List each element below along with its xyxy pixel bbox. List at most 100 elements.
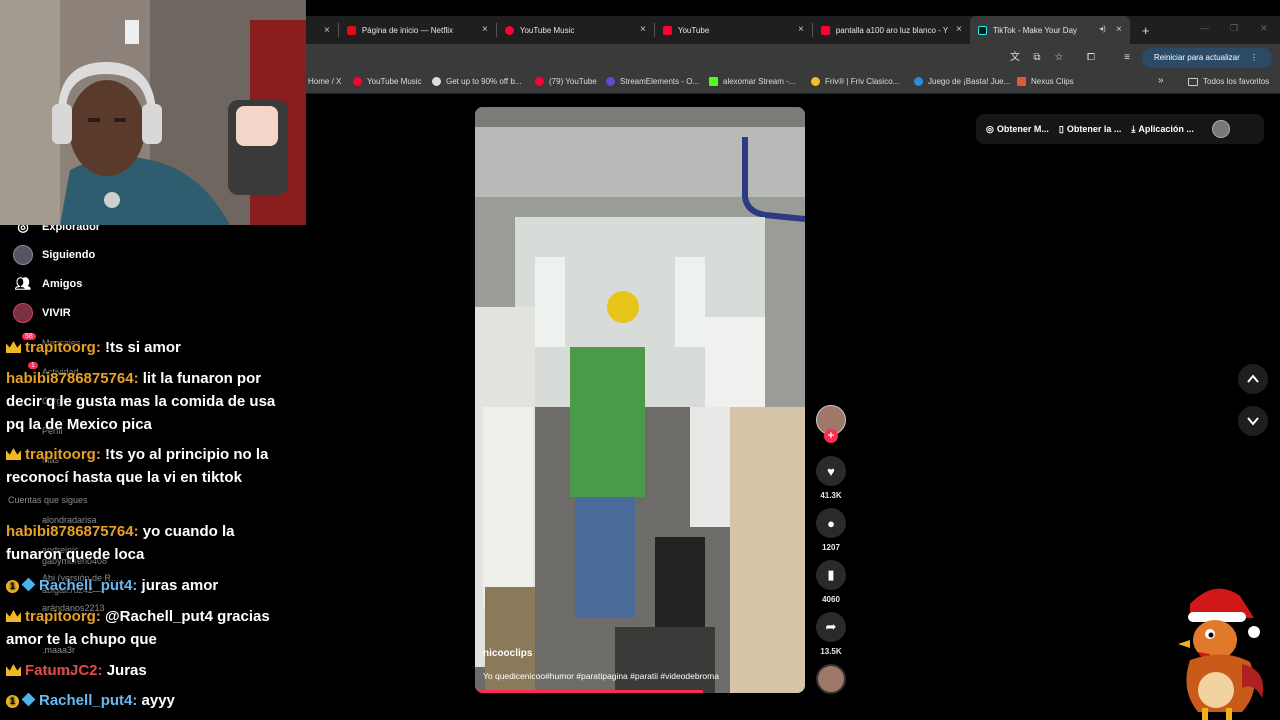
tab-youtube[interactable]: YouTube × — [655, 16, 812, 44]
comment-button[interactable]: ● 1207 — [815, 508, 847, 552]
bookmark-home-x[interactable]: Home / X — [308, 77, 341, 86]
gem-icon — [21, 577, 36, 592]
desktop-app-label: Aplicación ... — [1138, 124, 1194, 134]
desktop-app-button[interactable]: ⤓ Aplicación ... — [1131, 124, 1194, 135]
close-icon[interactable]: × — [640, 24, 646, 36]
bookmark-deal[interactable]: Get up to 90% off b... — [432, 77, 521, 86]
chat-message: habibi8786875764: lit la funaron por dec… — [6, 367, 276, 436]
previous-video-button[interactable] — [1238, 364, 1268, 394]
like-count: 41.3K — [820, 491, 842, 500]
bookmark-nexus[interactable]: Nexus Clips — [1017, 77, 1074, 86]
close-icon[interactable]: × — [1116, 24, 1122, 36]
browser-toolbar: 文 ⧉ ☆ ⧠ ≡ Reiniciar para actualizar ⋮ — [306, 44, 1280, 72]
get-coins-button[interactable]: ◎ Obtener M... — [986, 124, 1049, 135]
get-coins-label: Obtener M... — [996, 124, 1049, 134]
netflix-icon — [346, 25, 356, 35]
video-progress-bar[interactable] — [475, 690, 703, 693]
kick-icon — [709, 77, 718, 86]
tab-youtube-music[interactable]: YouTube Music × — [497, 16, 654, 44]
close-window-icon[interactable]: ✕ — [1260, 23, 1268, 34]
share-icon: ➦ — [816, 612, 846, 642]
creator-avatar[interactable]: + — [815, 405, 847, 443]
chat-message: FatumJC2: Juras — [6, 659, 276, 682]
video-caption: Yo quedicenicoo#humor #paratipagina #par… — [483, 671, 719, 681]
bookmark-label: YouTube Music — [367, 77, 422, 86]
chat-username: habibi8786875764: — [6, 523, 139, 540]
bookmark-youtube-music[interactable]: YouTube Music — [353, 77, 422, 86]
bookmark-basta[interactable]: Juego de ¡Basta! Jue... — [914, 77, 1010, 86]
chat-message: trapitoorg: !ts si amor — [6, 336, 276, 359]
live-icon — [12, 302, 34, 324]
bookmark-icon: ▮ — [816, 560, 846, 590]
tab-title: YouTube Music — [519, 25, 575, 35]
chat-text: ayyy — [141, 692, 175, 709]
next-video-button[interactable] — [1238, 406, 1268, 436]
youtube-icon — [820, 25, 830, 35]
youtube-icon — [535, 77, 544, 86]
get-app-button[interactable]: ▯ Obtener la ... — [1059, 124, 1121, 135]
sidebar-item-label: Amigos — [42, 278, 83, 290]
close-icon[interactable]: × — [324, 25, 330, 36]
phone-icon: ▯ — [1058, 123, 1064, 134]
close-icon[interactable]: × — [798, 24, 804, 36]
close-icon[interactable]: × — [482, 24, 488, 36]
install-app-icon[interactable]: ⧉ — [1030, 51, 1044, 65]
media-control-icon[interactable]: ≡ — [1120, 51, 1134, 65]
video-frame — [475, 107, 805, 693]
following-accounts-heading: Cuentas que sigues — [8, 495, 88, 505]
chat-text: juras amor — [141, 577, 219, 594]
share-button[interactable]: ➦ 13.5K — [815, 612, 847, 656]
video-author[interactable]: nicooclips — [483, 648, 532, 659]
sidebar-item-friends[interactable]: 👥︎ Amigos — [12, 273, 83, 295]
minimize-icon[interactable]: — — [1200, 23, 1209, 33]
more-bookmarks-icon[interactable]: » — [1158, 75, 1164, 86]
sidebar-item-label: VIVIR — [42, 307, 71, 319]
all-bookmarks[interactable]: Todos los favoritos — [1188, 77, 1269, 86]
extensions-icon[interactable]: ⧠ — [1084, 51, 1098, 65]
follow-plus-button[interactable]: + — [824, 429, 838, 443]
tab-title: pantalla a100 aro luz blanco - Y — [835, 25, 948, 35]
star-icon[interactable]: ☆ — [1052, 51, 1066, 65]
save-button[interactable]: ▮ 4060 — [815, 560, 847, 604]
chat-message: habibi8786875764: yo cuando la funaron q… — [6, 520, 276, 566]
new-tab-button[interactable]: + — [1142, 23, 1150, 38]
tab-youtube-search[interactable]: pantalla a100 aro luz blanco - Y × — [813, 16, 970, 44]
bookmark-label: alexomar Stream -... — [723, 77, 796, 86]
crown-icon — [6, 448, 21, 460]
webcam-image — [0, 0, 306, 225]
sidebar-item-following[interactable]: Siguiendo — [12, 244, 95, 266]
bookmark-friv[interactable]: Friv® | Friv Clasico... — [811, 77, 899, 86]
update-button[interactable]: Reiniciar para actualizar ⋮ — [1141, 48, 1272, 68]
close-icon[interactable]: × — [956, 24, 962, 36]
save-count: 4060 — [822, 595, 840, 604]
music-disc[interactable] — [815, 664, 847, 694]
bookmark-label: Get up to 90% off b... — [446, 77, 522, 86]
tab-tiktok[interactable]: TikTok - Make Your Day ◂) × — [969, 16, 1130, 44]
bookmark-kick[interactable]: alexomar Stream -... — [709, 77, 795, 86]
translate-icon[interactable]: 文 — [1008, 51, 1022, 65]
tab-strip: × Página de inicio — Netflix × YouTube M… — [306, 16, 1280, 44]
webcam-feed — [0, 0, 306, 225]
more-menu-icon[interactable]: ⋮ — [1250, 53, 1258, 62]
crown-icon — [6, 664, 21, 676]
bookmark-label: Friv® | Friv Clasico... — [825, 77, 900, 86]
sidebar-item-live[interactable]: VIVIR — [12, 302, 71, 324]
bookmark-youtube[interactable]: (79) YouTube — [535, 77, 597, 86]
bookmark-streamelements[interactable]: StreamElements - O... — [606, 77, 699, 86]
chat-username: trapitoorg: — [25, 446, 101, 463]
restore-icon[interactable]: ❐ — [1230, 23, 1238, 34]
tab-title: TikTok - Make Your Day — [992, 25, 1078, 35]
crown-icon — [6, 610, 21, 622]
youtube-music-icon — [353, 77, 362, 86]
speaker-icon[interactable]: ◂) — [1099, 24, 1106, 33]
globe-icon — [914, 77, 923, 86]
video-player[interactable]: nicooclips Yo quedicenicoo#humor #parati… — [475, 107, 805, 693]
gem-icon — [21, 692, 36, 707]
chat-message: trapitoorg: @Rachell_put4 gracias amor t… — [6, 605, 276, 651]
youtube-icon — [662, 25, 672, 35]
like-button[interactable]: ♥ 41.3K — [815, 456, 847, 500]
tab-netflix[interactable]: Página de inicio — Netflix × — [339, 16, 496, 44]
user-avatar[interactable] — [1211, 120, 1230, 138]
sidebar-item-label: Siguiendo — [42, 249, 96, 261]
subscriber-badge-icon: 1 — [6, 580, 19, 593]
